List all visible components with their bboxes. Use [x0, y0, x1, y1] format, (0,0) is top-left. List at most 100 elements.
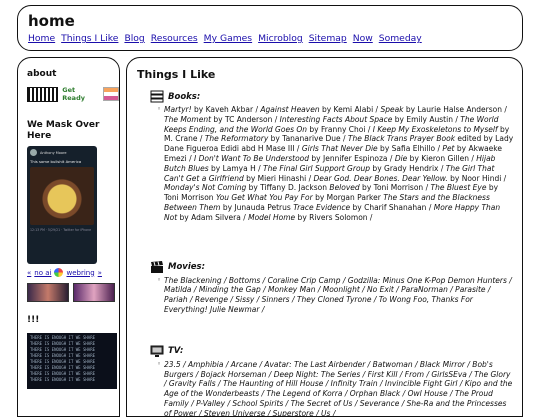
book-author-text: by Laurie Halse Anderson / — [403, 105, 507, 114]
book-author-text: by Kemi Alabi / — [319, 105, 381, 114]
book-title: Interesting Facts About Space — [279, 114, 393, 124]
site-header: home Home Things I Like Blog Resources My Ga… — [17, 5, 523, 51]
book-title: The Bluest Eye — [430, 183, 487, 193]
ticker-line: THERE IS ENOUGH IT WE SHARE — [30, 377, 96, 382]
tv-icon — [150, 345, 164, 357]
book-author-text: by Adam Silvera / — [177, 212, 249, 222]
tv-heading-row: TV: — [150, 345, 514, 358]
books-section: Books: Martyr! by Kaveh Akbar / Against … — [137, 90, 514, 223]
tv-text: 23.5 / Amphibia / Arcane / Avatar: The L… — [164, 359, 513, 417]
nav-link-blog[interactable]: Blog — [124, 33, 144, 44]
book-title: Monday's Not Coming — [164, 183, 247, 193]
nav-link-things-i-like[interactable]: Things I Like — [61, 33, 118, 44]
main-content: Things I Like Books: Martyr! by Kaveh Ak… — [126, 57, 523, 417]
book-title: The Black Trans Prayer Book — [347, 134, 456, 144]
site-title: home — [28, 12, 75, 30]
tweet-footer: 12:13 PM · 5/29/21 · Twitter for iPhone — [30, 228, 92, 232]
book-author-text: by TC Anderson / — [211, 114, 280, 124]
badge-row: Get Ready — [27, 86, 119, 102]
tv-section: TV: 23.5 / Amphibia / Arcane / Avatar: T… — [137, 345, 514, 417]
sidebar: about Get Ready We Mask Over Here Anthon… — [17, 57, 120, 417]
books-list-item: Martyr! by Kaveh Akbar / Against Heaven … — [157, 105, 514, 223]
book-title: Martyr! — [164, 105, 192, 114]
book-title: You Get What You Pay For — [215, 193, 313, 203]
book-title: I Don't Want To Be Understood — [193, 153, 310, 163]
book-title: Dear God. Dear Bones. Dear Yellow. — [313, 173, 448, 183]
about-heading: about — [27, 69, 57, 79]
book-author-text: by Rivers Solomon / — [295, 212, 373, 222]
tweet-header: Anthony Moore — [30, 149, 94, 156]
book-author-text: by Tananarive Due / — [268, 134, 348, 144]
book-author-text: by Tiffany D. Jackson — [246, 183, 330, 193]
movies-text: The Blackening / Bottoms / Coraline Crip… — [164, 275, 512, 314]
tweet-text: This some bullshit America — [30, 159, 82, 164]
book-author-text: by Toni Morrison / — [359, 183, 431, 193]
book-title: Pet — [442, 144, 455, 154]
exclaim-heading: !!! — [27, 315, 40, 325]
thumbnail-image[interactable] — [73, 283, 115, 302]
books-list: Martyr! by Kaveh Akbar / Against Heaven … — [157, 105, 514, 223]
book-author-text: by Noor Hindi / — [447, 173, 507, 183]
top-nav: Home Things I Like Blog Resources My Games Mi… — [28, 33, 522, 44]
tv-list-item: 23.5 / Amphibia / Arcane / Avatar: The L… — [157, 359, 514, 417]
tv-list: 23.5 / Amphibia / Arcane / Avatar: The L… — [157, 359, 514, 417]
ticker-banner: THERE IS ENOUGH IT WE SHARE THERE IS ENO… — [27, 333, 117, 389]
webring-icon — [54, 268, 64, 277]
webring-next-link[interactable]: » — [98, 269, 102, 277]
book-author-text: by Mieri Hinashi / — [243, 173, 314, 183]
tweet-embed[interactable]: Anthony Moore This some bullshit America… — [27, 146, 97, 264]
book-title: Against Heaven — [260, 105, 320, 114]
nav-link-now[interactable]: Now — [353, 33, 373, 44]
books-heading-row: Books: — [150, 90, 514, 103]
book-author-text: by Emily Austin / — [392, 114, 461, 124]
nav-link-someday[interactable]: Someday — [379, 33, 422, 44]
book-author-text: by Kieron Gillen / — [407, 153, 477, 163]
book-title: Model Home — [248, 212, 296, 222]
book-title: I Keep My Exoskeletons to Myself — [372, 124, 498, 134]
thumbnail-row — [27, 283, 119, 302]
webring-link[interactable]: webring — [66, 269, 94, 277]
tweet-author: Anthony Moore — [40, 150, 67, 155]
book-stack-icon — [150, 90, 164, 103]
trans-flag-badge — [103, 87, 119, 101]
movies-list: The Blackening / Bottoms / Coraline Crip… — [157, 276, 514, 315]
tv-heading: TV: — [168, 346, 184, 357]
thumbnail-image[interactable] — [27, 283, 69, 302]
book-author-text: by Morgan Parker — [312, 193, 384, 203]
get-ready-badge[interactable]: Get Ready — [62, 86, 99, 102]
nav-link-microblog[interactable]: Microblog — [258, 33, 303, 44]
book-title: Girls That Never Die — [301, 144, 378, 154]
book-author-text: by Charif Shanahan / — [350, 202, 434, 212]
pattern-badge[interactable] — [27, 86, 59, 102]
book-title: Trace Evidence — [293, 202, 351, 212]
avatar — [30, 149, 37, 156]
book-author-text: by Jennifer Espinoza / — [309, 153, 395, 163]
book-title: The Final Girl Support Group — [263, 163, 371, 173]
nav-link-resources[interactable]: Resources — [151, 33, 198, 44]
webring: « no ai webring » — [27, 268, 119, 277]
page-title: Things I Like — [137, 68, 216, 81]
webring-label-link[interactable]: no ai — [34, 269, 51, 277]
movies-heading-row: Movies: — [150, 260, 514, 274]
book-author-text: by Grady Hendrix / — [370, 163, 446, 173]
books-heading: Books: — [168, 91, 201, 102]
movies-heading: Movies: — [168, 262, 205, 273]
book-author-text: by Junauda Petrus — [220, 202, 294, 212]
tweet-image — [30, 167, 94, 225]
book-author-text: by Safia Elhillo / — [377, 144, 443, 154]
nav-link-sitemap[interactable]: Sitemap — [309, 33, 347, 44]
clapperboard-icon — [151, 260, 163, 273]
webring-prev-link[interactable]: « — [27, 269, 31, 277]
mask-heading: We Mask Over Here — [27, 120, 100, 141]
nav-link-my-games[interactable]: My Games — [204, 33, 252, 44]
book-author-text: by Kaveh Akbar / — [191, 105, 261, 114]
book-author-text: by Franny Choi / — [307, 124, 373, 134]
book-author-text: by Lamya H / — [208, 163, 264, 173]
movies-list-item: The Blackening / Bottoms / Coraline Crip… — [157, 276, 514, 315]
nav-link-home[interactable]: Home — [28, 33, 55, 44]
book-title: The Moment — [164, 114, 212, 124]
movies-section: Movies: The Blackening / Bottoms / Coral… — [137, 260, 514, 315]
book-title: Speak — [380, 105, 404, 114]
book-title: Die — [394, 153, 408, 163]
book-title: Beloved — [329, 183, 360, 193]
